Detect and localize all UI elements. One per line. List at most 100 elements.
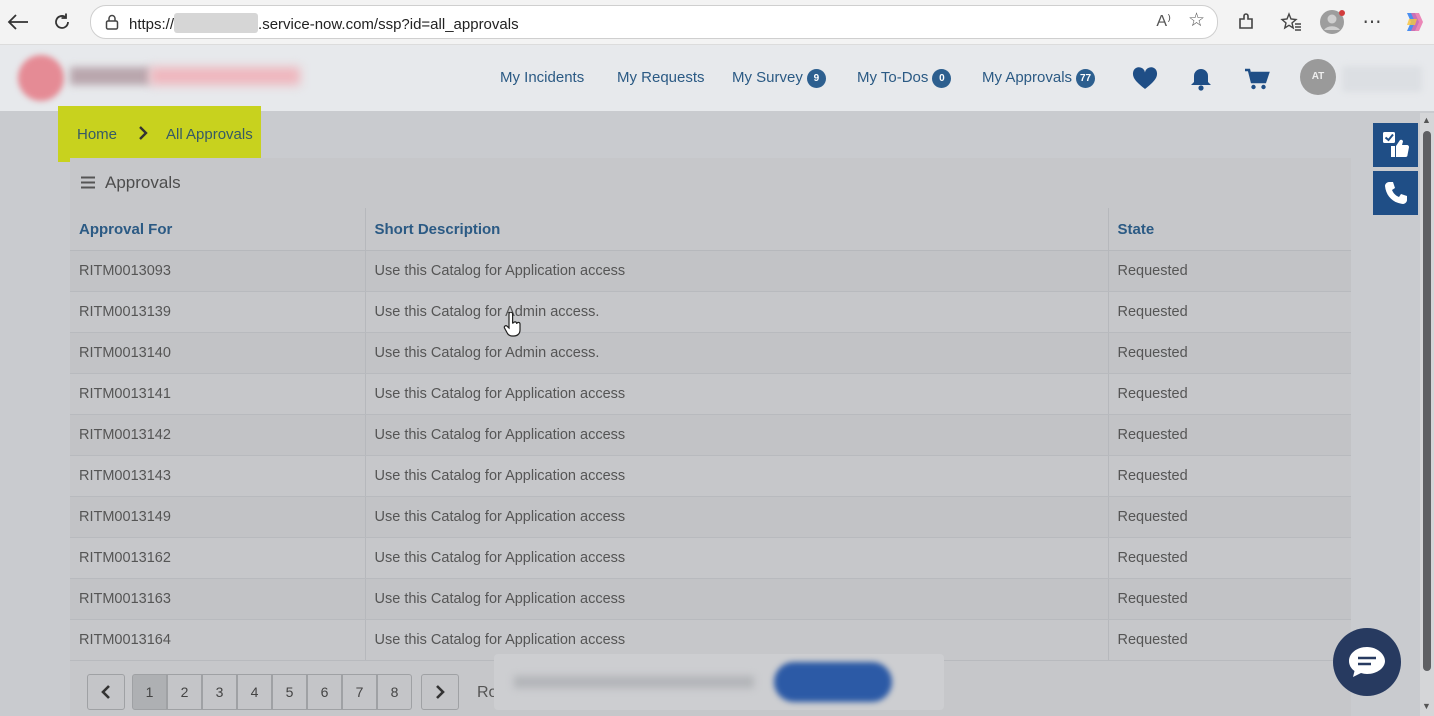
approval-for-cell[interactable]: RITM0013162: [70, 537, 365, 579]
approval-for-cell[interactable]: RITM0013163: [70, 578, 365, 620]
cart-icon[interactable]: [1244, 67, 1270, 91]
hand-cursor-icon: [503, 312, 521, 337]
address-bar[interactable]: https://.service-now.com/ssp?id=all_appr…: [90, 5, 1218, 39]
short-description-cell: Use this Catalog for Application access: [364, 373, 1108, 415]
blurred-notice-banner: [494, 654, 944, 710]
table-row[interactable]: RITM0013142 Use this Catalog for Applicat…: [70, 414, 1351, 456]
chat-button[interactable]: [1333, 628, 1401, 696]
column-header-state[interactable]: State: [1107, 208, 1351, 251]
favorite-star-icon[interactable]: ☆: [1188, 9, 1205, 32]
column-header-short-description[interactable]: Short Description: [364, 208, 1108, 251]
short-description-cell: Use this Catalog for Application access: [364, 578, 1108, 620]
todos-count-badge: 0: [932, 69, 952, 88]
chevron-left-icon: [101, 685, 110, 699]
prev-page-button[interactable]: [87, 674, 125, 710]
panel-title: Approvals: [105, 173, 181, 192]
url-text[interactable]: https://.service-now.com/ssp?id=all_appr…: [129, 13, 519, 33]
nav-my-requests[interactable]: My Requests: [617, 69, 705, 86]
scroll-down-arrow-icon[interactable]: ▼: [1422, 701, 1431, 711]
profile-icon[interactable]: [1318, 8, 1346, 36]
table-row[interactable]: RITM0013163 Use this Catalog for Applicat…: [70, 578, 1351, 620]
approval-for-cell[interactable]: RITM0013139: [70, 291, 365, 333]
approvals-table: Approval For Short Description State RIT…: [70, 208, 1351, 661]
copilot-icon[interactable]: [1399, 8, 1427, 36]
page-button-1[interactable]: 1: [132, 674, 167, 710]
read-aloud-icon[interactable]: A⁾: [1156, 11, 1171, 31]
nav-my-approvals-label: My Approvals: [982, 69, 1073, 86]
nav-my-incidents[interactable]: My Incidents: [500, 69, 584, 86]
page-button-8[interactable]: 8: [377, 674, 412, 710]
phone-icon: [1384, 182, 1407, 204]
page-button-5[interactable]: 5: [272, 674, 307, 710]
short-description-cell: Use this Catalog for Application access: [364, 455, 1108, 497]
state-cell: Requested: [1107, 332, 1351, 374]
table-row[interactable]: RITM0013093 Use this Catalog for Applicat…: [70, 250, 1351, 292]
site-header: My Incidents My Requests My Survey 9 My T…: [0, 45, 1434, 111]
approval-for-cell[interactable]: RITM0013164: [70, 619, 365, 661]
heart-icon[interactable]: [1132, 67, 1158, 91]
refresh-icon[interactable]: [48, 8, 76, 36]
state-cell: Requested: [1107, 373, 1351, 415]
feedback-button[interactable]: [1373, 123, 1418, 167]
panel-header: Approvals: [70, 158, 1351, 208]
more-options-icon[interactable]: ⋯: [1358, 8, 1386, 36]
page-button-7[interactable]: 7: [342, 674, 377, 710]
table-row[interactable]: RITM0013140 Use this Catalog for Admin ac…: [70, 332, 1351, 374]
approvals-panel: Approvals Approval For Short Description…: [70, 158, 1351, 716]
page-button-6[interactable]: 6: [307, 674, 342, 710]
approval-for-cell[interactable]: RITM0013093: [70, 250, 365, 292]
state-cell: Requested: [1107, 414, 1351, 456]
hamburger-menu-icon[interactable]: [81, 176, 95, 189]
approval-for-cell[interactable]: RITM0013142: [70, 414, 365, 456]
state-cell: Requested: [1107, 455, 1351, 497]
page-button-3[interactable]: 3: [202, 674, 237, 710]
back-icon[interactable]: [4, 8, 32, 36]
bell-icon[interactable]: [1188, 67, 1214, 91]
state-cell: Requested: [1107, 291, 1351, 333]
short-description-cell: Use this Catalog for Application access: [364, 250, 1108, 292]
nav-my-todos[interactable]: My To-Dos 0: [857, 69, 952, 88]
table-row[interactable]: RITM0013149 Use this Catalog for Applicat…: [70, 496, 1351, 538]
table-header-row: Approval For Short Description State: [70, 208, 1351, 251]
favorites-list-icon[interactable]: [1277, 8, 1305, 36]
chevron-right-icon: [436, 685, 445, 699]
nav-my-todos-label: My To-Dos: [857, 69, 929, 86]
state-cell: Requested: [1107, 250, 1351, 292]
state-cell: Requested: [1107, 578, 1351, 620]
page-button-2[interactable]: 2: [167, 674, 202, 710]
notice-accept-button[interactable]: [774, 662, 892, 702]
nav-my-survey[interactable]: My Survey 9: [732, 69, 826, 88]
page-scrollbar[interactable]: ▲ ▼: [1420, 113, 1434, 716]
page-button-4[interactable]: 4: [237, 674, 272, 710]
column-header-approval-for[interactable]: Approval For: [70, 208, 365, 251]
user-avatar[interactable]: AT: [1300, 59, 1336, 95]
nav-my-survey-label: My Survey: [732, 69, 803, 86]
approval-for-cell[interactable]: RITM0013149: [70, 496, 365, 538]
table-row[interactable]: RITM0013139 Use this Catalog for Admin ac…: [70, 291, 1351, 333]
nav-my-approvals[interactable]: My Approvals 77: [982, 69, 1096, 88]
state-cell: Requested: [1107, 537, 1351, 579]
state-cell: Requested: [1107, 496, 1351, 538]
table-row[interactable]: RITM0013143 Use this Catalog for Applicat…: [70, 455, 1351, 497]
call-button[interactable]: [1373, 171, 1418, 215]
approval-for-cell[interactable]: RITM0013140: [70, 332, 365, 374]
thumbs-up-check-icon: [1382, 132, 1409, 157]
short-description-cell: Use this Catalog for Admin access.: [364, 332, 1108, 374]
extensions-icon[interactable]: [1232, 8, 1260, 36]
scrollbar-thumb[interactable]: [1423, 131, 1431, 671]
chat-bubble-icon: [1349, 647, 1385, 677]
breadcrumb-home[interactable]: Home: [77, 126, 117, 143]
table-row[interactable]: RITM0013162 Use this Catalog for Applicat…: [70, 537, 1351, 579]
table-row[interactable]: RITM0013141 Use this Catalog for Applicat…: [70, 373, 1351, 415]
company-logo[interactable]: [10, 51, 300, 103]
lock-icon[interactable]: [103, 13, 121, 31]
approval-for-cell[interactable]: RITM0013143: [70, 455, 365, 497]
approvals-count-badge: 77: [1076, 69, 1096, 88]
scroll-up-arrow-icon[interactable]: ▲: [1422, 115, 1431, 125]
short-description-cell: Use this Catalog for Application access: [364, 414, 1108, 456]
chevron-right-icon: [139, 126, 148, 140]
next-page-button[interactable]: [421, 674, 459, 710]
short-description-cell: Use this Catalog for Application access: [364, 496, 1108, 538]
user-name-blurred[interactable]: [1342, 66, 1422, 92]
approval-for-cell[interactable]: RITM0013141: [70, 373, 365, 415]
